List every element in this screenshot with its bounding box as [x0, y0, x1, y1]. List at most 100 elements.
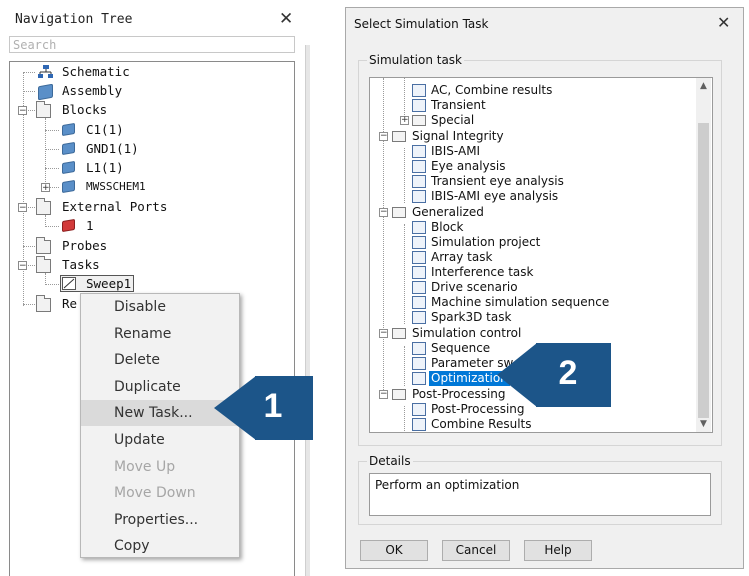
task-interference-task[interactable]: Interference task [431, 265, 534, 280]
collapse-toggle-tasks[interactable]: − [18, 261, 27, 271]
tree-item-external-ports[interactable]: External Ports [62, 198, 167, 216]
assembly-icon [38, 83, 53, 101]
expand-toggle-special[interactable]: + [400, 116, 409, 125]
tree-item-schematic[interactable]: Schematic [62, 63, 130, 81]
task-ibis-ami-eye-analysis[interactable]: IBIS-AMI eye analysis [431, 189, 558, 204]
scrollbar-thumb[interactable] [698, 123, 709, 418]
tree-item-sweep1[interactable]: Sweep1 [86, 275, 131, 293]
combine-results-icon [412, 418, 426, 431]
component-icon [62, 141, 75, 156]
folder-icon [36, 237, 51, 254]
close-icon[interactable]: ✕ [717, 13, 730, 32]
step-number: 2 [558, 354, 578, 392]
collapse-toggle-external-ports[interactable]: − [18, 203, 27, 213]
help-button[interactable]: Help [524, 540, 592, 561]
tree-item-mwsschem1[interactable]: MWSSCHEM1 [86, 178, 146, 196]
folder-icon [392, 328, 406, 339]
search-input[interactable]: Search [9, 36, 295, 53]
port-icon [62, 218, 75, 233]
folder-icon [392, 131, 406, 142]
ac-icon [412, 84, 426, 97]
collapse-toggle-post-processing[interactable]: − [379, 390, 388, 399]
select-simulation-task-dialog: Select Simulation Task ✕ Simulation task… [345, 7, 744, 569]
cancel-button[interactable]: Cancel [442, 540, 510, 561]
group-label: Simulation task [367, 53, 464, 67]
folder-icon [36, 295, 51, 312]
tree-item-blocks[interactable]: Blocks [62, 101, 107, 119]
details-label: Details [367, 454, 413, 468]
parameter-sweep-icon [412, 357, 426, 370]
menu-item-move-up: Move Up [114, 459, 176, 475]
tree-item-tasks[interactable]: Tasks [62, 256, 100, 274]
task-array-task[interactable]: Array task [431, 250, 492, 265]
schematic-icon [38, 65, 53, 78]
task-combine-results[interactable]: Combine Results [431, 417, 532, 432]
menu-item-properties[interactable]: Properties... [81, 507, 239, 533]
task-transient[interactable]: Transient [431, 98, 486, 113]
menu-item-rename[interactable]: Rename [81, 321, 239, 347]
collapse-toggle-simulation-control[interactable]: − [379, 329, 388, 338]
tree-item-assembly[interactable]: Assembly [62, 82, 122, 100]
task-eye-analysis[interactable]: Eye analysis [431, 159, 505, 174]
task-spark3d[interactable]: Spark3D task [431, 310, 511, 325]
machine-sequence-icon [412, 296, 426, 309]
folder-icon [392, 207, 406, 218]
task-ac-combine-results[interactable]: AC, Combine results [431, 83, 552, 98]
scroll-up-icon[interactable]: ▲ [696, 79, 711, 93]
sequence-icon [412, 342, 426, 355]
task-ibis-ami[interactable]: IBIS-AMI [431, 144, 480, 159]
task-block[interactable]: Block [431, 220, 463, 235]
folder-icon [412, 115, 426, 126]
step-number: 1 [263, 387, 283, 425]
component-icon [62, 179, 75, 194]
transient-icon [412, 99, 426, 112]
parameter-sweep-icon [62, 277, 76, 290]
task-folder-signal-integrity[interactable]: Signal Integrity [412, 129, 504, 144]
dialog-title: Select Simulation Task [354, 17, 489, 31]
tree-item-l1[interactable]: L1(1) [86, 159, 124, 177]
drive-scenario-icon [412, 281, 426, 294]
tree-item-probes[interactable]: Probes [62, 237, 107, 255]
menu-item-disable[interactable]: Disable [81, 294, 239, 320]
panel-title: Navigation Tree [15, 12, 133, 27]
menu-item-delete[interactable]: Delete [81, 347, 239, 373]
ibis-ami-icon [412, 145, 426, 158]
tree-item-results[interactable]: Re [62, 295, 77, 313]
block-icon [412, 221, 426, 234]
optimization-icon [412, 372, 426, 385]
task-folder-post-processing[interactable]: Post-Processing [412, 387, 506, 402]
folder-icon [36, 198, 51, 215]
close-icon[interactable]: ✕ [279, 9, 293, 29]
task-machine-simulation-sequence[interactable]: Machine simulation sequence [431, 295, 609, 310]
tree-item-c1[interactable]: C1(1) [86, 121, 124, 139]
collapse-toggle-blocks[interactable]: − [18, 106, 27, 116]
eye-icon [412, 175, 426, 188]
task-transient-eye-analysis[interactable]: Transient eye analysis [431, 174, 564, 189]
task-simulation-project[interactable]: Simulation project [431, 235, 540, 250]
tree-item-gnd1[interactable]: GND1(1) [86, 140, 139, 158]
task-folder-simulation-control[interactable]: Simulation control [412, 326, 521, 341]
collapse-toggle-signal-integrity[interactable]: − [379, 132, 388, 141]
interference-icon [412, 266, 426, 279]
expand-toggle-mwsschem1[interactable]: + [41, 183, 50, 193]
folder-icon [36, 101, 51, 118]
component-icon [62, 122, 75, 137]
panel-splitter[interactable] [305, 45, 310, 576]
eye-icon [412, 160, 426, 173]
folder-icon [392, 389, 406, 400]
tree-item-port-1[interactable]: 1 [86, 217, 94, 235]
task-folder-special[interactable]: Special [431, 113, 474, 128]
task-drive-scenario[interactable]: Drive scenario [431, 280, 518, 295]
menu-item-copy[interactable]: Copy [81, 533, 239, 559]
ok-button[interactable]: OK [360, 540, 428, 561]
array-icon [412, 251, 426, 264]
spark3d-icon [412, 311, 426, 324]
menu-item-move-down: Move Down [114, 485, 196, 501]
folder-icon [36, 256, 51, 273]
task-folder-generalized[interactable]: Generalized [412, 205, 484, 220]
task-sequence[interactable]: Sequence [431, 341, 490, 356]
post-processing-icon [412, 403, 426, 416]
scroll-down-icon[interactable]: ▼ [696, 417, 711, 431]
collapse-toggle-generalized[interactable]: − [379, 208, 388, 217]
eye-icon [412, 190, 426, 203]
